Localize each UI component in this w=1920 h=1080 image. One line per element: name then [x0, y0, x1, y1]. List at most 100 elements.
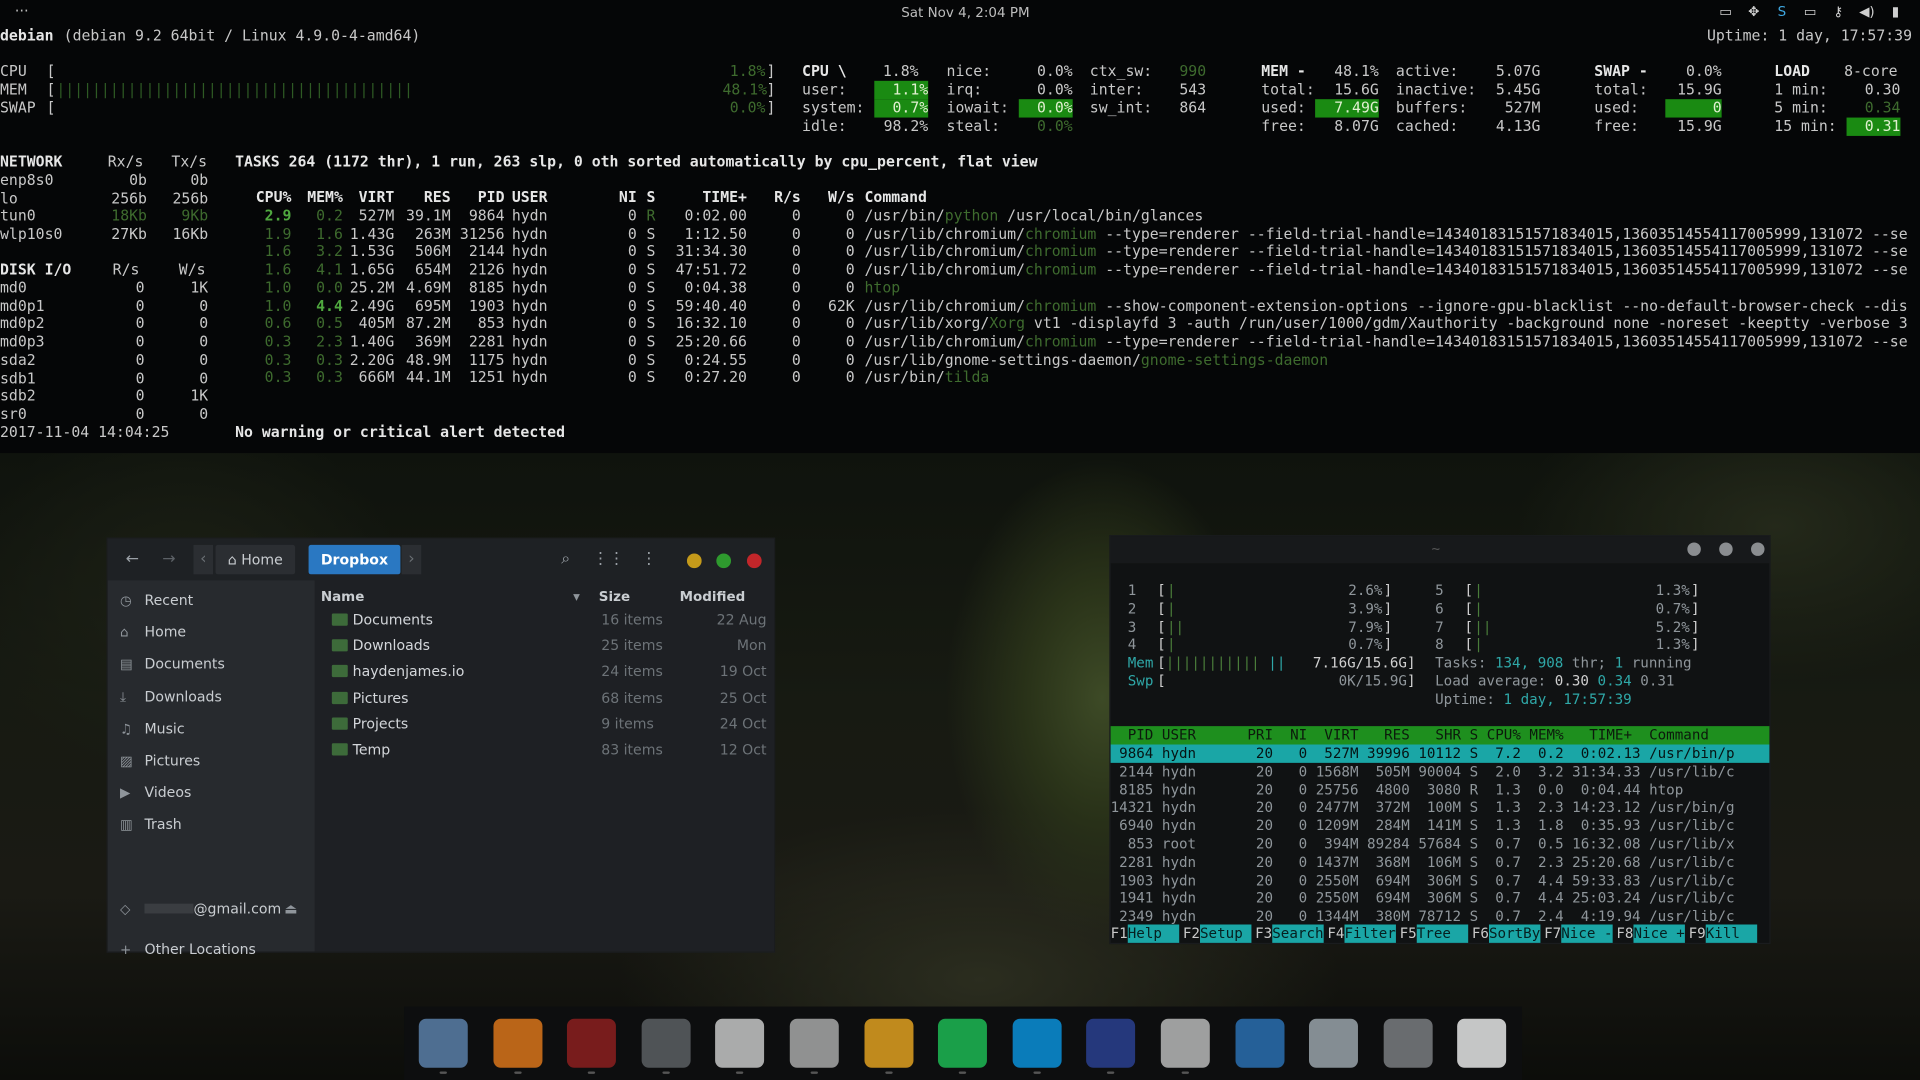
sidebar-item-downloads[interactable]: ⤓ Downloads — [120, 684, 310, 708]
files-list-view[interactable]: Name ▾ Size Modified Documents 16 items 22… — [314, 580, 774, 952]
app-grid-icon[interactable] — [1457, 1018, 1507, 1068]
process-ni[interactable]: 0 — [612, 369, 637, 387]
sidebar-item-documents[interactable]: ▤ Documents — [120, 652, 310, 676]
htop-close-button[interactable] — [1751, 542, 1765, 556]
htop-fkey[interactable]: F2 — [1183, 924, 1200, 942]
process-user[interactable]: hydn — [512, 207, 556, 225]
crumb-dropbox[interactable]: Dropbox — [308, 544, 401, 575]
maximize-button[interactable] — [716, 553, 732, 569]
process-rs[interactable]: 0 — [767, 225, 801, 243]
process-res[interactable]: 48.9M — [394, 351, 451, 369]
htop-fkey[interactable]: F1 — [1111, 924, 1128, 942]
process-virt[interactable]: 666M — [343, 369, 395, 387]
process-ws[interactable]: 0 — [813, 261, 855, 279]
eject-icon[interactable]: ⏏ — [284, 896, 297, 920]
process-ni[interactable]: 0 — [612, 351, 637, 369]
process-ws[interactable]: 0 — [813, 243, 855, 261]
process-user[interactable]: hydn — [512, 369, 556, 387]
process-ni[interactable]: 0 — [612, 207, 637, 225]
htop-process-row[interactable]: 8185 hydn 20 0 25756 4800 3080 R 1.3 0.0… — [1111, 781, 1683, 799]
volume-icon[interactable]: ◀) — [1859, 4, 1875, 20]
sidebar-item-music[interactable]: ♫ Music — [120, 716, 310, 740]
process-command[interactable]: /usr/lib/gnome-settings-daemon/gnome-set… — [864, 351, 1328, 369]
process-command[interactable]: /usr/lib/xorg/Xorg vt1 -displayfd 3 -aut… — [864, 315, 1907, 333]
process-virt[interactable]: 1.53G — [343, 243, 395, 261]
process-s[interactable]: S — [647, 369, 659, 387]
process-command[interactable]: /usr/bin/tilda — [864, 369, 989, 387]
process-s[interactable]: S — [647, 333, 659, 351]
clipboard-icon[interactable]: ▭ — [1718, 4, 1733, 20]
htop-minimize-button[interactable] — [1687, 542, 1701, 556]
htop-process-row[interactable]: 14321 hydn 20 0 2477M 372M 100M S 1.3 2.… — [1111, 799, 1735, 817]
process-pid[interactable]: 2281 — [453, 333, 505, 351]
process-header-pid[interactable]: PID — [453, 189, 505, 207]
process-time[interactable]: 0:27.20 — [669, 369, 747, 387]
back-button[interactable]: ← — [118, 545, 147, 574]
skype-icon[interactable] — [1012, 1018, 1062, 1068]
sidebar-other-locations[interactable]: + Other Locations — [120, 937, 310, 961]
process-user[interactable]: hydn — [512, 315, 556, 333]
process-pid[interactable]: 9864 — [453, 207, 505, 225]
process-mem[interactable]: 0.2 — [301, 207, 343, 225]
htop-process-row[interactable]: 2144 hydn 20 0 1568M 505M 90004 S 2.0 3.… — [1111, 763, 1734, 781]
terminal-icon[interactable] — [567, 1018, 617, 1068]
process-time[interactable]: 0:24.55 — [669, 351, 747, 369]
process-header-mem[interactable]: MEM% — [301, 189, 343, 207]
process-command[interactable]: /usr/lib/chromium/chromium --show-compon… — [864, 297, 1907, 315]
process-mem[interactable]: 3.2 — [301, 243, 343, 261]
process-ws[interactable]: 0 — [813, 315, 855, 333]
process-header-ws[interactable]: W/s — [813, 189, 855, 207]
process-pid[interactable]: 2126 — [453, 261, 505, 279]
process-ni[interactable]: 0 — [612, 225, 637, 243]
process-ni[interactable]: 0 — [612, 315, 637, 333]
process-mem[interactable]: 4.4 — [301, 297, 343, 315]
htop-terminal[interactable]: ~ 1[| 2.6%] 2[| 3.9%] 3[|| 7.9%] 4[| 0.7%] 5[| 1.… — [1109, 535, 1771, 945]
process-s[interactable]: S — [647, 297, 659, 315]
file-row[interactable]: Downloads 25 items Mon — [315, 633, 774, 657]
column-size[interactable]: Size — [599, 589, 630, 605]
htop-fkey-action[interactable]: Help — [1127, 924, 1180, 943]
process-command[interactable]: /usr/lib/chromium/chromium --type=render… — [864, 333, 1907, 351]
process-s[interactable]: S — [647, 279, 659, 297]
battery-icon[interactable]: ▮ — [1888, 4, 1903, 20]
process-header-cmd[interactable]: Command — [864, 189, 926, 207]
process-cpu[interactable]: 0.3 — [252, 369, 292, 387]
htop-fkey-action[interactable]: SortBy — [1488, 924, 1541, 943]
key-icon[interactable]: ⚷ — [1831, 4, 1846, 20]
process-res[interactable]: 506M — [394, 243, 451, 261]
process-user[interactable]: hydn — [512, 279, 556, 297]
system-monitor-icon[interactable] — [1235, 1018, 1285, 1068]
process-pid[interactable]: 1251 — [453, 369, 505, 387]
process-virt[interactable]: 527M — [343, 207, 395, 225]
process-ws[interactable]: 0 — [813, 351, 855, 369]
process-header-cpu[interactable]: CPU% — [252, 189, 292, 207]
process-ws[interactable]: 62K — [813, 297, 855, 315]
process-s[interactable]: S — [647, 225, 659, 243]
process-res[interactable]: 44.1M — [394, 369, 451, 387]
process-cpu[interactable]: 1.0 — [252, 279, 292, 297]
process-rs[interactable]: 0 — [767, 243, 801, 261]
process-time[interactable]: 0:04.38 — [669, 279, 747, 297]
process-virt[interactable]: 2.20G — [343, 351, 395, 369]
process-rs[interactable]: 0 — [767, 279, 801, 297]
search-button[interactable]: ⌕ — [551, 545, 580, 574]
process-pid[interactable]: 31256 — [453, 225, 505, 243]
process-ws[interactable]: 0 — [813, 207, 855, 225]
process-virt[interactable]: 2.49G — [343, 297, 395, 315]
crumb-home[interactable]: ⌂ Home — [215, 544, 296, 575]
htop-fkey-action[interactable]: Tree — [1416, 924, 1469, 943]
process-rs[interactable]: 0 — [767, 207, 801, 225]
column-name[interactable]: Name — [321, 589, 365, 605]
htop-process-row[interactable]: 9864 hydn 20 0 527M 39996 10112 S 7.2 0.… — [1110, 744, 1770, 763]
process-mem[interactable]: 4.1 — [301, 261, 343, 279]
process-user[interactable]: hydn — [512, 261, 556, 279]
process-ni[interactable]: 0 — [612, 333, 637, 351]
sidebar-account[interactable]: ◇ @gmail.com ⏏ — [120, 896, 310, 920]
file-row[interactable]: haydenjames.io 24 items 19 Oct — [315, 659, 774, 683]
htop-fkey-action[interactable]: Kill — [1705, 924, 1758, 943]
process-time[interactable]: 16:32.10 — [669, 315, 747, 333]
process-mem[interactable]: 0.3 — [301, 369, 343, 387]
process-header-res[interactable]: RES — [394, 189, 451, 207]
process-ni[interactable]: 0 — [612, 297, 637, 315]
process-header-time[interactable]: TIME+ — [669, 189, 747, 207]
